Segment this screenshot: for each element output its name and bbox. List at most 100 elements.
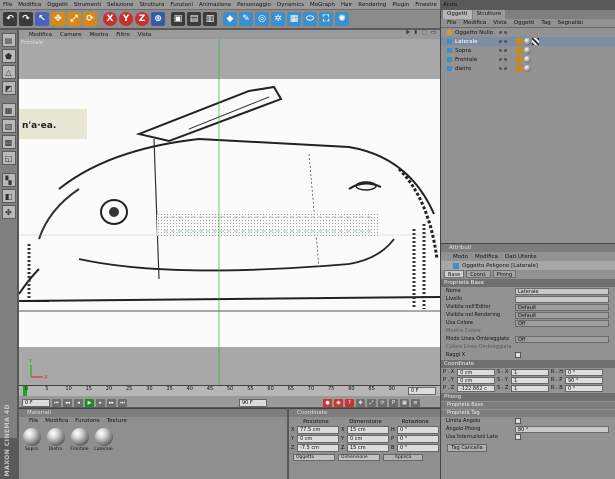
- key-rotation-icon[interactable]: ⟳: [378, 399, 387, 407]
- cube-icon[interactable]: ◆: [223, 12, 237, 26]
- autokey-icon[interactable]: ◉: [334, 399, 343, 407]
- key-scale-icon[interactable]: ⤢: [367, 399, 376, 407]
- viewport-front[interactable]: n'a·ea. Y X Frontale: [19, 39, 440, 385]
- material-tag-icon[interactable]: [524, 56, 531, 63]
- material-tag-icon[interactable]: [524, 47, 531, 54]
- phong-tag-icon[interactable]: [516, 47, 523, 54]
- model-mode-icon[interactable]: ⬟: [1, 49, 16, 63]
- menu-finestre[interactable]: Finestre: [415, 2, 437, 8]
- delete-tag-button[interactable]: Tag Cancella: [447, 444, 487, 452]
- tab-oggetti[interactable]: Oggetti: [443, 10, 472, 19]
- workplane-icon[interactable]: ✤: [1, 205, 16, 219]
- prev-frame-icon[interactable]: ◂: [74, 399, 83, 407]
- attr-tab[interactable]: Base: [444, 270, 465, 278]
- menu-animazione[interactable]: Animazione: [199, 2, 231, 8]
- material-swatch[interactable]: Dietro: [45, 428, 66, 452]
- viewport-menu-modifica[interactable]: Modifica: [29, 32, 52, 38]
- object-row[interactable]: dietro: [441, 64, 615, 73]
- menu-file[interactable]: File: [3, 2, 12, 8]
- tweak-mode-icon[interactable]: ▚: [1, 173, 16, 187]
- phong-base-subsection[interactable]: Proprietà Base: [441, 402, 615, 409]
- material-swatch[interactable]: Sopra: [21, 428, 42, 452]
- attr-tab[interactable]: Phong: [492, 270, 517, 278]
- rotation-field[interactable]: 0 °: [397, 434, 439, 443]
- coord-property-field[interactable]: -122.862 c: [457, 384, 495, 392]
- timeline-start-field[interactable]: 0 F: [22, 399, 50, 407]
- texture-mode-icon[interactable]: ◩: [1, 81, 16, 95]
- attr-menu-item[interactable]: Modifica: [475, 254, 498, 260]
- property-field[interactable]: 80 °: [515, 425, 609, 433]
- menu-selezione[interactable]: Selezione: [107, 2, 133, 8]
- section-coordinates[interactable]: Coordinate: [441, 360, 615, 368]
- texture-tag-icon[interactable]: [532, 38, 539, 45]
- rotation-field[interactable]: 0 °: [397, 443, 439, 452]
- property-dropdown[interactable]: Default: [515, 303, 609, 311]
- render-picture-viewer-icon[interactable]: ▤: [187, 12, 201, 26]
- keyframe-selection-icon[interactable]: ?: [345, 399, 354, 407]
- phong-tag-icon[interactable]: [516, 56, 523, 63]
- phong-tag-icon[interactable]: [516, 38, 523, 45]
- viewport-menu-mostra[interactable]: Mostra: [89, 32, 108, 38]
- property-dropdown[interactable]: Off: [515, 335, 609, 343]
- live-selection-icon[interactable]: ↖: [35, 12, 49, 26]
- size-field[interactable]: 15 cm: [347, 443, 389, 452]
- materials-menu-funzione[interactable]: Funzione: [75, 418, 99, 424]
- rotation-field[interactable]: 0 °: [397, 425, 439, 434]
- go-to-end-icon[interactable]: ⏭: [118, 399, 127, 407]
- points-mode-icon[interactable]: ▦: [1, 103, 16, 117]
- viewport-menu-filtro[interactable]: Filtro: [116, 32, 129, 38]
- z-axis-icon[interactable]: Z: [135, 12, 149, 26]
- property-field[interactable]: Laterale: [515, 287, 609, 295]
- material-swatch[interactable]: Laterale: [93, 428, 114, 452]
- attr-menu-item[interactable]: Modo: [453, 254, 468, 260]
- play-icon[interactable]: ▶: [85, 399, 94, 407]
- section-base-properties[interactable]: Proprietà Base: [441, 279, 615, 287]
- visibility-dots[interactable]: [499, 31, 511, 34]
- object-row[interactable]: Sopra: [441, 46, 615, 55]
- coordinate-system-icon[interactable]: ⊕: [151, 12, 165, 26]
- attr-tab[interactable]: Coord.: [466, 270, 491, 278]
- next-key-icon[interactable]: ▸▸: [107, 399, 116, 407]
- menu-plugin[interactable]: Plugin: [392, 2, 409, 8]
- property-checkbox[interactable]: [515, 352, 521, 358]
- polygons-mode-icon[interactable]: ▩: [1, 135, 16, 149]
- coord-property-field[interactable]: 0 cm: [457, 376, 495, 384]
- attr-menu-item[interactable]: Dati Utente: [505, 254, 537, 260]
- object-menu-modifica[interactable]: Modifica: [463, 20, 486, 26]
- deformer-icon[interactable]: ▦: [287, 12, 301, 26]
- key-pla-icon[interactable]: ▦: [400, 399, 409, 407]
- object-menu-vista[interactable]: Vista: [493, 20, 507, 26]
- array-icon[interactable]: ✲: [271, 12, 285, 26]
- material-swatch[interactable]: Frontale: [69, 428, 90, 452]
- scale-icon[interactable]: ⤢: [67, 12, 81, 26]
- menu-strumenti[interactable]: Strumenti: [74, 2, 101, 8]
- object-menu-tag[interactable]: Tag: [541, 20, 550, 26]
- menu-hair[interactable]: Hair: [341, 2, 352, 8]
- menu-modifica[interactable]: Modifica: [18, 2, 41, 8]
- move-icon[interactable]: ✥: [51, 12, 65, 26]
- go-to-start-icon[interactable]: ⏮: [52, 399, 61, 407]
- coord-property-field[interactable]: 0 °: [565, 368, 603, 376]
- camera-icon[interactable]: ⛶: [319, 12, 333, 26]
- apply-button[interactable]: Applica: [383, 454, 423, 461]
- property-field[interactable]: [515, 295, 609, 303]
- coord-property-field[interactable]: 90 °: [565, 376, 603, 384]
- spline-pen-icon[interactable]: ✎: [239, 12, 253, 26]
- material-tag-icon[interactable]: [524, 38, 531, 45]
- viewport-nav-icons[interactable]: ✥ ⬍ ⬚ ▭: [405, 30, 437, 36]
- next-frame-icon[interactable]: ▸: [96, 399, 105, 407]
- position-field[interactable]: -7.5 cm: [297, 443, 339, 452]
- phong-tag-icon[interactable]: [516, 65, 523, 72]
- object-menu-file[interactable]: File: [447, 20, 456, 26]
- menu-rendering[interactable]: Rendering: [358, 2, 386, 8]
- timeline-menu-icon[interactable]: ≡: [411, 399, 420, 407]
- object-mode-icon[interactable]: △: [1, 65, 16, 79]
- key-parameter-icon[interactable]: P: [389, 399, 398, 407]
- render-view-icon[interactable]: ▣: [171, 12, 185, 26]
- timeline-frame-box[interactable]: 0 F: [408, 387, 436, 395]
- size-mode-dropdown[interactable]: Dimensione: [338, 454, 380, 461]
- timeline-end-field[interactable]: 90 F: [239, 399, 267, 407]
- redo-icon[interactable]: ↷: [19, 12, 33, 26]
- property-dropdown[interactable]: Off: [515, 319, 609, 327]
- object-row[interactable]: Laterale: [441, 37, 615, 46]
